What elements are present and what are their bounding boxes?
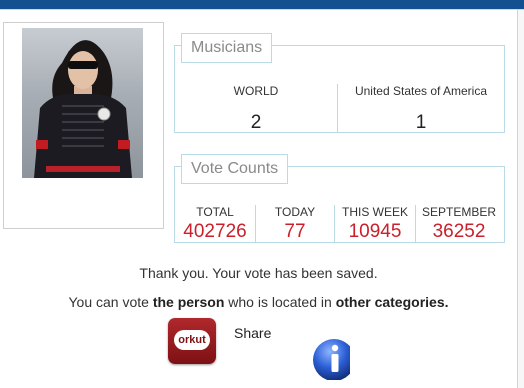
musician-photo[interactable] xyxy=(22,28,143,178)
today-label: TODAY xyxy=(274,205,316,219)
country-value: 1 xyxy=(415,112,427,133)
month-value: 36252 xyxy=(432,221,486,242)
today-value: 77 xyxy=(284,221,306,242)
world-value: 2 xyxy=(250,112,262,133)
vote-month: SEPTEMBER 36252 xyxy=(416,205,502,243)
share-link[interactable]: Share xyxy=(234,325,271,341)
other-categories-link[interactable]: other categories. xyxy=(336,294,449,310)
total-value: 402726 xyxy=(183,221,247,242)
vote-this-week: THIS WEEK 10945 xyxy=(335,205,415,243)
orkut-label: orkut xyxy=(174,330,210,350)
message-person: the person xyxy=(152,294,225,310)
orkut-icon[interactable]: orkut xyxy=(168,318,216,364)
other-categories-message: You can vote the person who is located i… xyxy=(0,294,517,310)
vote-counts-panel: Vote Counts TOTAL 402726 TODAY 77 THIS W… xyxy=(174,154,505,243)
this-week-value: 10945 xyxy=(348,221,402,242)
musicians-panel: Musicians WORLD 2 United States of Ameri… xyxy=(174,33,505,134)
country-label: United States of America xyxy=(354,84,488,98)
info-icon[interactable] xyxy=(312,336,350,380)
country-rank: United States of America 1 xyxy=(338,84,504,134)
total-label: TOTAL xyxy=(196,205,234,219)
this-week-label: THIS WEEK xyxy=(341,205,408,219)
musician-photo-frame xyxy=(3,22,164,229)
vote-counts-legend: Vote Counts xyxy=(181,154,289,184)
vote-total: TOTAL 402726 xyxy=(175,205,255,243)
musicians-legend: Musicians xyxy=(181,33,273,63)
right-edge xyxy=(517,10,518,388)
top-bar xyxy=(0,0,524,9)
world-rank: WORLD 2 xyxy=(175,84,337,134)
vote-saved-message: Thank you. Your vote has been saved. xyxy=(139,265,378,281)
month-label: SEPTEMBER xyxy=(421,205,496,219)
message-prefix: You can vote xyxy=(68,294,153,310)
message-middle: who is located in xyxy=(224,294,336,310)
vote-today: TODAY 77 xyxy=(256,205,334,243)
world-label: WORLD xyxy=(233,84,279,98)
